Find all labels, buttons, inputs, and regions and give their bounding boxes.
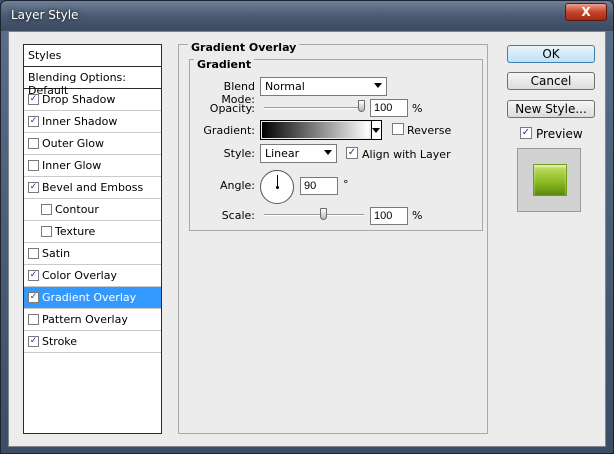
gradient-dropdown-button[interactable] (371, 121, 381, 139)
opacity-unit: % (412, 102, 423, 115)
style-item-label: Color Overlay (42, 269, 117, 282)
gradient-picker[interactable] (260, 120, 382, 140)
angle-dial[interactable] (260, 170, 294, 204)
opacity-slider-track[interactable] (264, 107, 364, 109)
reverse-label: Reverse (407, 124, 452, 137)
angle-label: Angle: (219, 179, 255, 192)
style-item[interactable]: Outer Glow (24, 133, 161, 155)
style-item-checkbox[interactable] (41, 204, 52, 215)
style-item-checkbox[interactable]: ✓ (28, 116, 39, 127)
style-item[interactable]: Inner Glow (24, 155, 161, 177)
align-with-layer-label: Align with Layer (362, 148, 451, 161)
gradient-label: Gradient: (203, 124, 255, 137)
styles-header[interactable]: Styles (24, 45, 161, 67)
style-item-checkbox[interactable]: ✓ (28, 336, 39, 347)
angle-field[interactable] (300, 177, 338, 195)
chevron-down-icon (372, 128, 380, 133)
style-item[interactable]: ✓ Color Overlay (24, 265, 161, 287)
subgroup-title: Gradient (194, 58, 255, 71)
scale-slider-track[interactable] (264, 214, 364, 216)
style-item-checkbox[interactable] (28, 314, 39, 325)
angle-dial-center (276, 186, 279, 189)
style-item-label: Drop Shadow (42, 93, 116, 106)
style-item-label: Inner Shadow (42, 115, 118, 128)
style-item-label: Stroke (42, 335, 78, 348)
style-item-checkbox[interactable]: ✓ (28, 270, 39, 281)
style-item-label: Inner Glow (42, 159, 102, 172)
dialog-client-area: Styles Blending Options: Default ✓ Drop S… (8, 31, 606, 447)
title-bar[interactable]: Layer Style X (1, 1, 613, 31)
close-button[interactable]: X (565, 3, 607, 21)
scale-slider-thumb[interactable] (320, 208, 327, 220)
blending-options-item[interactable]: Blending Options: Default (24, 67, 161, 97)
opacity-slider-thumb[interactable] (358, 100, 365, 112)
align-with-layer-checkbox[interactable]: ✓ (346, 147, 358, 159)
angle-unit: ° (343, 178, 349, 191)
style-item[interactable]: ✓ Bevel and Emboss (24, 177, 161, 199)
blend-mode-value: Normal (265, 80, 305, 93)
style-item-checkbox[interactable] (28, 248, 39, 259)
style-item-label: Bevel and Emboss (42, 181, 144, 194)
style-item-label: Satin (42, 247, 71, 260)
style-item-label: Contour (55, 203, 99, 216)
style-item-checkbox[interactable] (28, 138, 39, 149)
style-item[interactable]: ✓ Inner Shadow (24, 111, 161, 133)
section-title: Gradient Overlay (188, 41, 300, 54)
style-item-checkbox[interactable]: ✓ (28, 182, 39, 193)
scale-field[interactable] (370, 207, 408, 225)
style-item-checkbox[interactable] (28, 160, 39, 171)
opacity-label: Opacity: (209, 102, 255, 115)
style-item[interactable]: Contour (24, 199, 161, 221)
style-item[interactable]: ✓ Stroke (24, 331, 161, 353)
preview-label: Preview (536, 127, 583, 141)
styles-list: Styles Blending Options: Default ✓ Drop S… (23, 44, 162, 434)
reverse-checkbox[interactable] (392, 123, 404, 135)
style-item[interactable]: Satin (24, 243, 161, 265)
cancel-button[interactable]: Cancel (507, 72, 595, 90)
style-preview-box (517, 148, 581, 212)
gradient-preview-swatch[interactable] (262, 122, 369, 138)
style-item-label: Gradient Overlay (42, 291, 137, 304)
window-title: Layer Style (11, 8, 79, 22)
preview-checkbox[interactable]: ✓ (520, 127, 532, 139)
scale-unit: % (412, 209, 423, 222)
blend-mode-dropdown[interactable]: Normal (260, 77, 387, 96)
style-item-label: Texture (55, 225, 96, 238)
scale-label: Scale: (221, 209, 255, 222)
style-item-label: Pattern Overlay (42, 313, 128, 326)
style-item[interactable]: Texture (24, 221, 161, 243)
style-preview-swatch (533, 164, 567, 196)
style-dropdown[interactable]: Linear (260, 144, 337, 163)
style-item[interactable]: ✓ Drop Shadow (24, 89, 161, 111)
style-item[interactable]: ✓ Gradient Overlay (24, 287, 161, 309)
style-item-checkbox[interactable] (41, 226, 52, 237)
layer-style-dialog: Layer Style X Styles Blending Options: D… (0, 0, 614, 454)
chevron-down-icon (374, 83, 382, 88)
style-item[interactable]: Pattern Overlay (24, 309, 161, 331)
ok-button[interactable]: OK (507, 45, 595, 63)
style-label: Style: (223, 147, 255, 160)
style-item-checkbox[interactable]: ✓ (28, 94, 39, 105)
chevron-down-icon (324, 150, 332, 155)
style-value: Linear (265, 147, 300, 160)
style-item-checkbox[interactable]: ✓ (28, 292, 39, 303)
opacity-field[interactable] (370, 99, 408, 117)
style-item-label: Outer Glow (42, 137, 105, 150)
new-style-button[interactable]: New Style... (507, 100, 595, 118)
